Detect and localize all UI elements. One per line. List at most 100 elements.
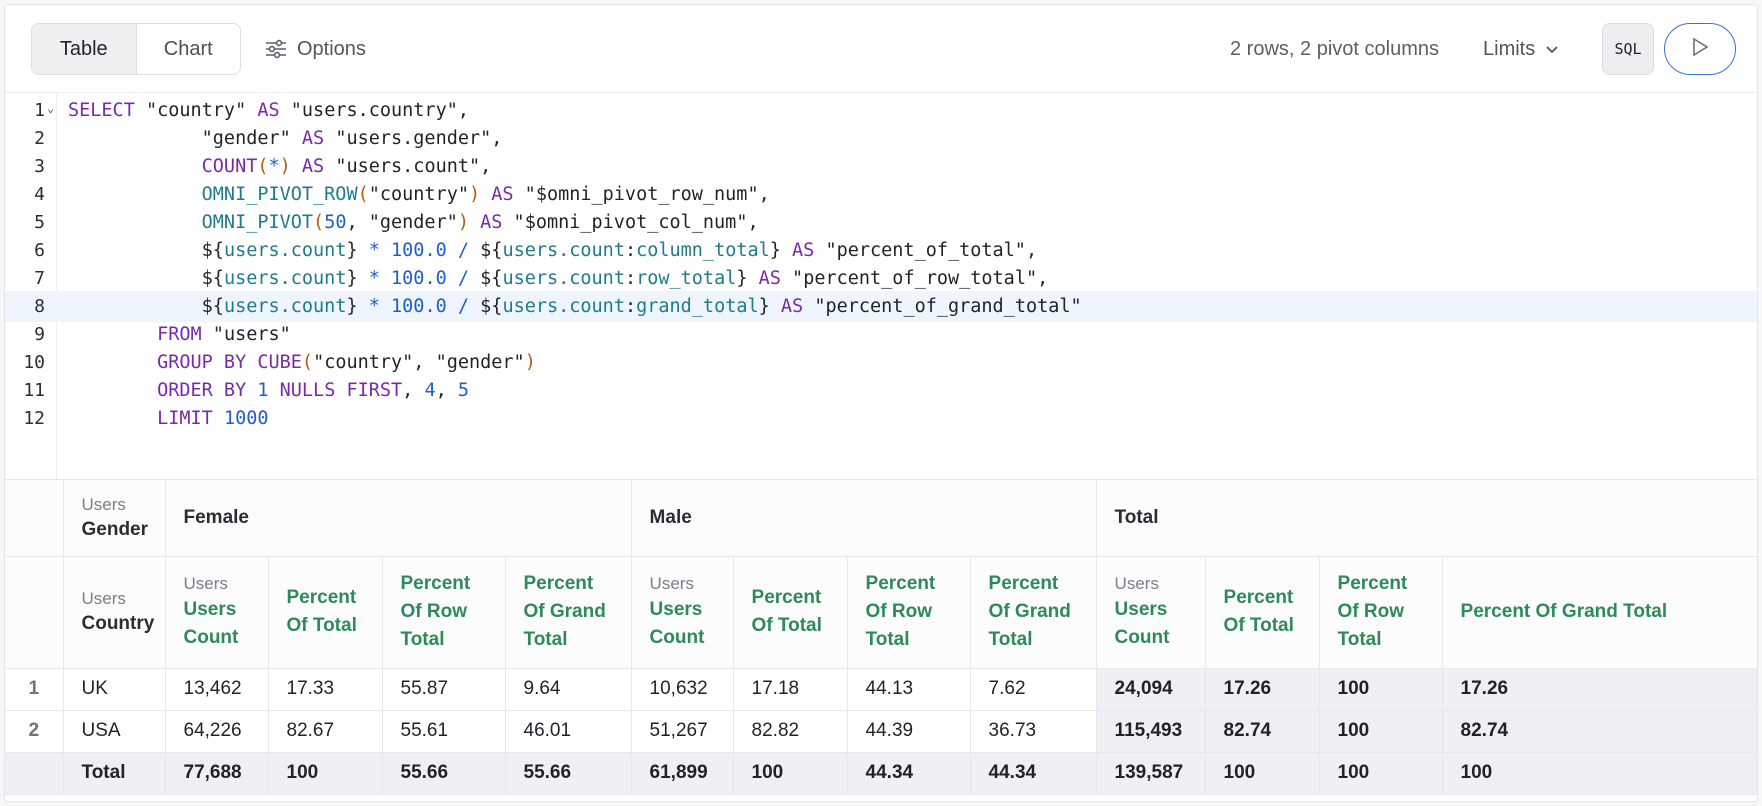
table-cell: USA [63,710,166,753]
table-cell-total: 61,899 [631,752,734,795]
pivot-header-row: Users Gender Female Male Total [5,480,1757,557]
toolbar: Table Chart Options 2 rows, 2 pivot colu… [5,5,1757,93]
column-header-percent-of-grand-total[interactable]: Percent Of Grand Total [970,556,1097,669]
pivot-group-total[interactable]: Total [1096,480,1757,557]
options-label: Options [297,37,366,60]
column-header-percent-of-row-total[interactable]: Percent Of Row Total [382,556,506,669]
measure-header-row: Users Country Users Users Count Percent O… [5,556,1757,669]
table-cell: 51,267 [631,710,734,753]
table-cell-total: 17.26 [1442,668,1757,711]
line-number: 12 [23,408,45,429]
table-cell-total: 139,587 [1096,752,1206,795]
limits-label: Limits [1483,37,1536,60]
row-index [5,752,64,795]
pivot-dimension-header[interactable]: Users Gender [63,480,166,557]
row-summary: 2 rows, 2 pivot columns [1230,37,1439,60]
code-line: 9 FROM "users" [5,319,1757,350]
column-header-percent-of-row-total[interactable]: Percent Of Row Total [847,556,971,669]
column-header-users-count[interactable]: Users Users Count [165,556,269,669]
code-line: 2 "gender" AS "users.gender", [5,123,1757,154]
code-line: 5 OMNI_PIVOT(50, "gender") AS "$omni_piv… [5,207,1757,238]
line-number: 10 [23,352,45,373]
column-header-users-count[interactable]: Users Users Count [631,556,734,669]
table-cell: 9.64 [505,668,632,711]
code-line-active: 8 ${users.count} * 100.0 / ${users.count… [5,291,1757,322]
table-cell: 13,462 [165,668,269,711]
table-cell-total: 55.66 [505,752,632,795]
line-number: 5 [34,212,45,233]
table-cell-total: 100 [1319,668,1443,711]
sliders-icon [265,39,287,59]
code-line: 7 ${users.count} * 100.0 / ${users.count… [5,263,1757,294]
table-cell-total: 55.66 [382,752,506,795]
table-cell-total: 17.26 [1205,668,1320,711]
table-cell: 44.13 [847,668,971,711]
row-index: 2 [5,710,64,753]
line-number: 8 [34,296,45,317]
row-index: 1 [5,668,64,711]
line-number: 6 [34,240,45,261]
code-line: 3 COUNT(*) AS "users.count", [5,151,1757,182]
column-header-percent-of-total[interactable]: Percent Of Total [733,556,848,669]
code-line: 12 LIMIT 1000 [5,403,1757,434]
row-dimension-header[interactable]: Users Country [63,556,166,669]
column-header-percent-of-row-total[interactable]: Percent Of Row Total [1319,556,1443,669]
line-number: 1 [34,100,45,121]
total-label: Total [63,752,166,795]
table-row: 1 UK 13,462 17.33 55.87 9.64 10,632 17.1… [5,668,1757,711]
line-number: 11 [23,380,45,401]
play-icon [1691,37,1709,62]
column-header-percent-of-total[interactable]: Percent Of Total [1205,556,1320,669]
code-line: 10 GROUP BY CUBE("country", "gender") [5,347,1757,378]
view-toggle: Table Chart [31,23,241,75]
table-cell: 10,632 [631,668,734,711]
table-cell: 64,226 [165,710,269,753]
table-cell-total: 77,688 [165,752,269,795]
code-line: 11 ORDER BY 1 NULLS FIRST, 4, 5 [5,375,1757,406]
corner-cell [5,480,64,557]
table-cell: 17.33 [268,668,383,711]
limits-dropdown[interactable]: Limits [1483,23,1559,75]
column-header-percent-of-total[interactable]: Percent Of Total [268,556,383,669]
code-line: 6 ${users.count} * 100.0 / ${users.count… [5,235,1757,266]
table-cell: 55.87 [382,668,506,711]
table-cell-total: 100 [1205,752,1320,795]
table-cell-total: 100 [1442,752,1757,795]
table-cell: 82.67 [268,710,383,753]
table-cell: 55.61 [382,710,506,753]
table-cell-total: 82.74 [1205,710,1320,753]
column-header-percent-of-grand-total[interactable]: Percent Of Grand Total [505,556,632,669]
tab-table[interactable]: Table [32,24,137,74]
table-cell: 7.62 [970,668,1097,711]
table-cell-total: 100 [268,752,383,795]
run-button[interactable] [1664,23,1736,75]
tab-chart[interactable]: Chart [137,24,241,74]
line-number: 7 [34,268,45,289]
table-cell-total: 44.34 [970,752,1097,795]
options-button[interactable]: Options [265,23,366,75]
total-row: Total 77,688 100 55.66 55.66 61,899 100 … [5,752,1757,795]
table-cell: 46.01 [505,710,632,753]
table-cell-total: 100 [1319,710,1443,753]
results-table: Users Gender Female Male Total Users Cou… [5,479,1757,801]
pivot-group-female[interactable]: Female [165,480,632,557]
table-cell-total: 115,493 [1096,710,1206,753]
code-line: 4 OMNI_PIVOT_ROW("country") AS "$omni_pi… [5,179,1757,210]
line-number: 3 [34,156,45,177]
sql-button[interactable]: SQL [1602,23,1654,75]
table-cell-total: 100 [1319,752,1443,795]
line-number: 2 [34,128,45,149]
line-number: 4 [34,184,45,205]
table-cell-total: 44.34 [847,752,971,795]
query-panel: Table Chart Options 2 rows, 2 pivot colu… [4,4,1758,802]
table-row: 2 USA 64,226 82.67 55.61 46.01 51,267 82… [5,710,1757,753]
column-header-percent-of-grand-total[interactable]: Percent Of Grand Total [1442,556,1757,669]
sql-editor[interactable]: 1 ⌄ SELECT "country" AS "users.country",… [5,93,1757,479]
column-header-users-count[interactable]: Users Users Count [1096,556,1206,669]
fold-chevron-icon[interactable]: ⌄ [47,101,54,115]
table-cell: UK [63,668,166,711]
table-cell: 17.18 [733,668,848,711]
pivot-group-male[interactable]: Male [631,480,1097,557]
table-cell: 44.39 [847,710,971,753]
table-cell-total: 100 [733,752,848,795]
